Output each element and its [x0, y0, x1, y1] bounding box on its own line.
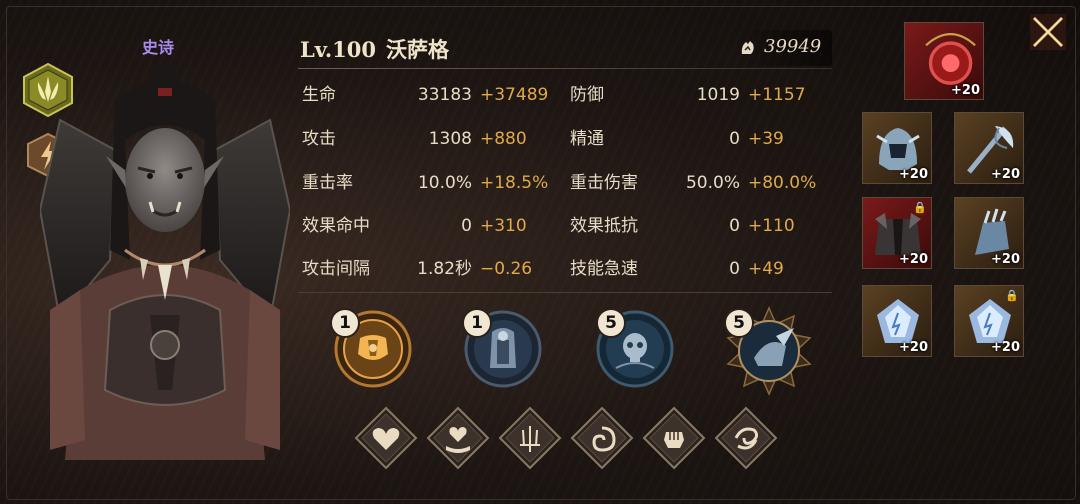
stat-row[interactable]: 效果命中 0 +310: [302, 211, 558, 241]
hero-portrait: [40, 64, 290, 460]
stat-base-value: 50.0%: [685, 173, 740, 193]
gear-slot-gem-1[interactable]: +20: [862, 285, 932, 357]
lock-icon: 🔒: [913, 201, 927, 214]
enhance-level: +20: [899, 167, 928, 182]
combat-power-value: 39949: [764, 36, 822, 57]
stat-row[interactable]: 重击率 10.0% +18.5%: [302, 168, 558, 198]
lock-icon: 🔒: [1005, 289, 1019, 302]
skill-level-badge: 1: [462, 308, 492, 338]
stat-row[interactable]: 防御 1019 +1157: [570, 80, 826, 110]
skill-level-badge: 5: [596, 308, 626, 338]
rune-heart-hand-icon[interactable]: [426, 406, 490, 470]
enhance-level: +20: [899, 340, 928, 355]
gear-slot-amulet[interactable]: +20: [904, 22, 984, 100]
stat-bonus-value: +310: [480, 216, 527, 236]
stat-label: 精通: [570, 129, 604, 149]
gear-slot-gem-2[interactable]: 🔒 +20: [954, 285, 1024, 357]
stat-row[interactable]: 攻击 1308 +880: [302, 124, 558, 154]
gear-slot-helmet[interactable]: +20: [862, 112, 932, 184]
stat-row[interactable]: 效果抵抗 0 +110: [570, 211, 826, 241]
stat-bonus-value: +110: [748, 216, 795, 236]
rune-trident-icon[interactable]: [498, 406, 562, 470]
stat-row[interactable]: 精通 0 +39: [570, 124, 826, 154]
stat-label: 技能急速: [570, 259, 638, 279]
close-icon[interactable]: [1026, 10, 1070, 54]
stat-base-value: 0: [729, 259, 740, 279]
stat-label: 重击率: [302, 173, 353, 193]
stat-base-value: 1019: [696, 85, 740, 105]
stat-bonus-value: +80.0%: [748, 173, 817, 193]
stat-base-value: 0: [461, 216, 472, 236]
stat-base-value: 0: [729, 216, 740, 236]
stat-label: 生命: [302, 85, 336, 105]
stat-label: 重击伤害: [570, 173, 638, 193]
stat-base-value: 10.0%: [417, 173, 472, 193]
stats-divider: [298, 292, 832, 293]
rune-vortex-icon[interactable]: [714, 406, 778, 470]
stat-bonus-value: +49: [748, 259, 784, 279]
skill-level-badge: 1: [330, 308, 360, 338]
stat-bonus-value: +39: [748, 129, 784, 149]
skill-level-badge: 5: [724, 308, 754, 338]
stat-label: 防御: [570, 85, 604, 105]
stat-row[interactable]: 重击伤害 50.0% +80.0%: [570, 168, 826, 198]
stat-row[interactable]: 技能急速 0 +49: [570, 254, 826, 284]
stat-base-value: 0: [729, 129, 740, 149]
rune-swirl-icon[interactable]: [570, 406, 634, 470]
hero-name: 沃萨格: [386, 37, 450, 62]
stat-base-value: 1.82秒: [417, 259, 472, 279]
hero-level: Lv.100: [300, 37, 377, 62]
stat-bonus-value: +880: [480, 129, 527, 149]
gear-slot-gauntlet[interactable]: +20: [954, 197, 1024, 269]
header-divider: [298, 68, 832, 69]
enhance-level: +20: [951, 83, 980, 98]
enhance-level: +20: [991, 340, 1020, 355]
stat-base-value: 33183: [417, 85, 472, 105]
rarity-label: 史诗: [141, 38, 174, 57]
combat-power-icon: [741, 41, 754, 54]
stat-label: 效果命中: [302, 216, 370, 236]
stat-bonus-value: +37489: [480, 85, 549, 105]
rune-fist-icon[interactable]: [642, 406, 706, 470]
gear-slot-weapon[interactable]: +20: [954, 112, 1024, 184]
stat-label: 攻击: [302, 129, 336, 149]
stat-bonus-value: +18.5%: [480, 173, 549, 193]
enhance-level: +20: [991, 167, 1020, 182]
gear-slot-armor[interactable]: 🔒 +20: [862, 197, 932, 269]
stat-row[interactable]: 生命 33183 +37489: [302, 80, 558, 110]
enhance-level: +20: [991, 252, 1020, 267]
hero-title: Lv.100 沃萨格: [300, 34, 459, 64]
stat-bonus-value: −0.26: [480, 259, 533, 279]
stat-label: 攻击间隔: [302, 259, 370, 279]
stat-label: 效果抵抗: [570, 216, 638, 236]
enhance-level: +20: [899, 252, 928, 267]
rune-heart-icon[interactable]: [354, 406, 418, 470]
stat-bonus-value: +1157: [748, 85, 806, 105]
stat-base-value: 1308: [428, 129, 472, 149]
stat-row[interactable]: 攻击间隔 1.82秒 −0.26: [302, 254, 558, 284]
